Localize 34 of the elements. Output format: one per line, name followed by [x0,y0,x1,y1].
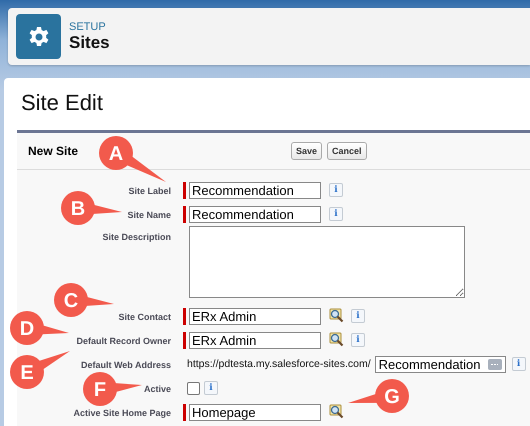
info-icon[interactable]: i [351,309,365,323]
cancel-button[interactable]: Cancel [327,142,367,160]
gear-icon [16,14,61,59]
field-label: Active Site Home Page [73,408,171,418]
info-icon[interactable]: i [329,183,343,197]
info-icon[interactable]: i [329,207,343,221]
save-button[interactable]: Save [291,142,322,160]
field-label: Site Label [128,186,171,196]
text-field[interactable]: Recommendation [189,206,321,222]
page-header-title: Sites [69,32,110,52]
info-icon[interactable]: i [512,357,526,371]
page-title: Site Edit [21,90,104,116]
field-label: Default Record Owner [76,336,171,346]
text-field[interactable]: ERx Admin [189,332,321,348]
lookup-search-icon[interactable] [329,404,345,420]
field-label: Active [144,384,171,394]
section-title: New Site [28,144,78,158]
field-label: Site Description [102,232,171,242]
field-label: Site Contact [118,312,171,322]
ellipsis-icon [488,358,502,370]
url-field[interactable]: Recommendation [374,356,506,372]
info-icon[interactable]: i [351,333,365,347]
field-label: Default Web Address [80,360,171,370]
lookup-search-icon[interactable] [329,332,345,348]
active-checkbox[interactable] [187,382,200,394]
url-prefix: https://pdtesta.my.salesforce-sites.com/ [187,358,371,370]
description-field[interactable] [189,226,465,298]
lookup-search-icon[interactable] [329,308,345,324]
text-field[interactable]: ERx Admin [189,308,321,324]
info-icon[interactable]: i [204,381,218,395]
text-field[interactable]: Recommendation [189,182,321,198]
field-label: Site Name [127,210,171,220]
setup-label: SETUP [69,20,107,32]
text-field[interactable]: Homepage [189,404,321,420]
